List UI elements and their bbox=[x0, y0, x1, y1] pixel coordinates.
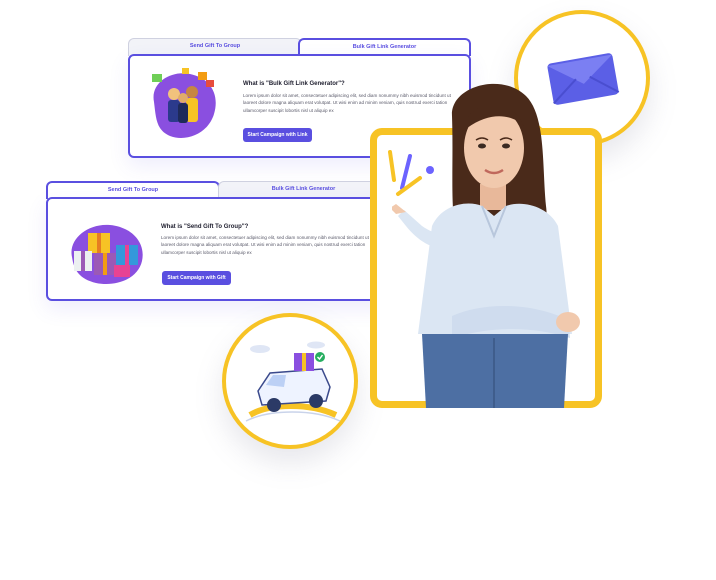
card-question: What is "Send Gift To Group"? bbox=[161, 224, 249, 230]
start-campaign-link-button[interactable]: Start Campaign with Link bbox=[243, 128, 312, 142]
card-panel: What is "Send Gift To Group"? Lorem ipsu… bbox=[46, 197, 389, 301]
card-question: What is "Bulk Gift Link Generator"? bbox=[243, 81, 345, 87]
send-gift-to-group-card: Send Gift To Group Bulk Gift Link Genera… bbox=[46, 181, 389, 301]
gift-boxes-icon bbox=[71, 224, 143, 285]
delivery-van-icon bbox=[245, 341, 341, 422]
people-celebrating-icon bbox=[152, 68, 216, 138]
woman-pointing-photo bbox=[392, 83, 580, 408]
delivery-badge bbox=[222, 313, 358, 449]
card-description: Lorem ipsum dolor sit amet, consectetuer… bbox=[161, 235, 369, 255]
start-campaign-gift-button[interactable]: Start Campaign with Gift bbox=[162, 271, 231, 285]
